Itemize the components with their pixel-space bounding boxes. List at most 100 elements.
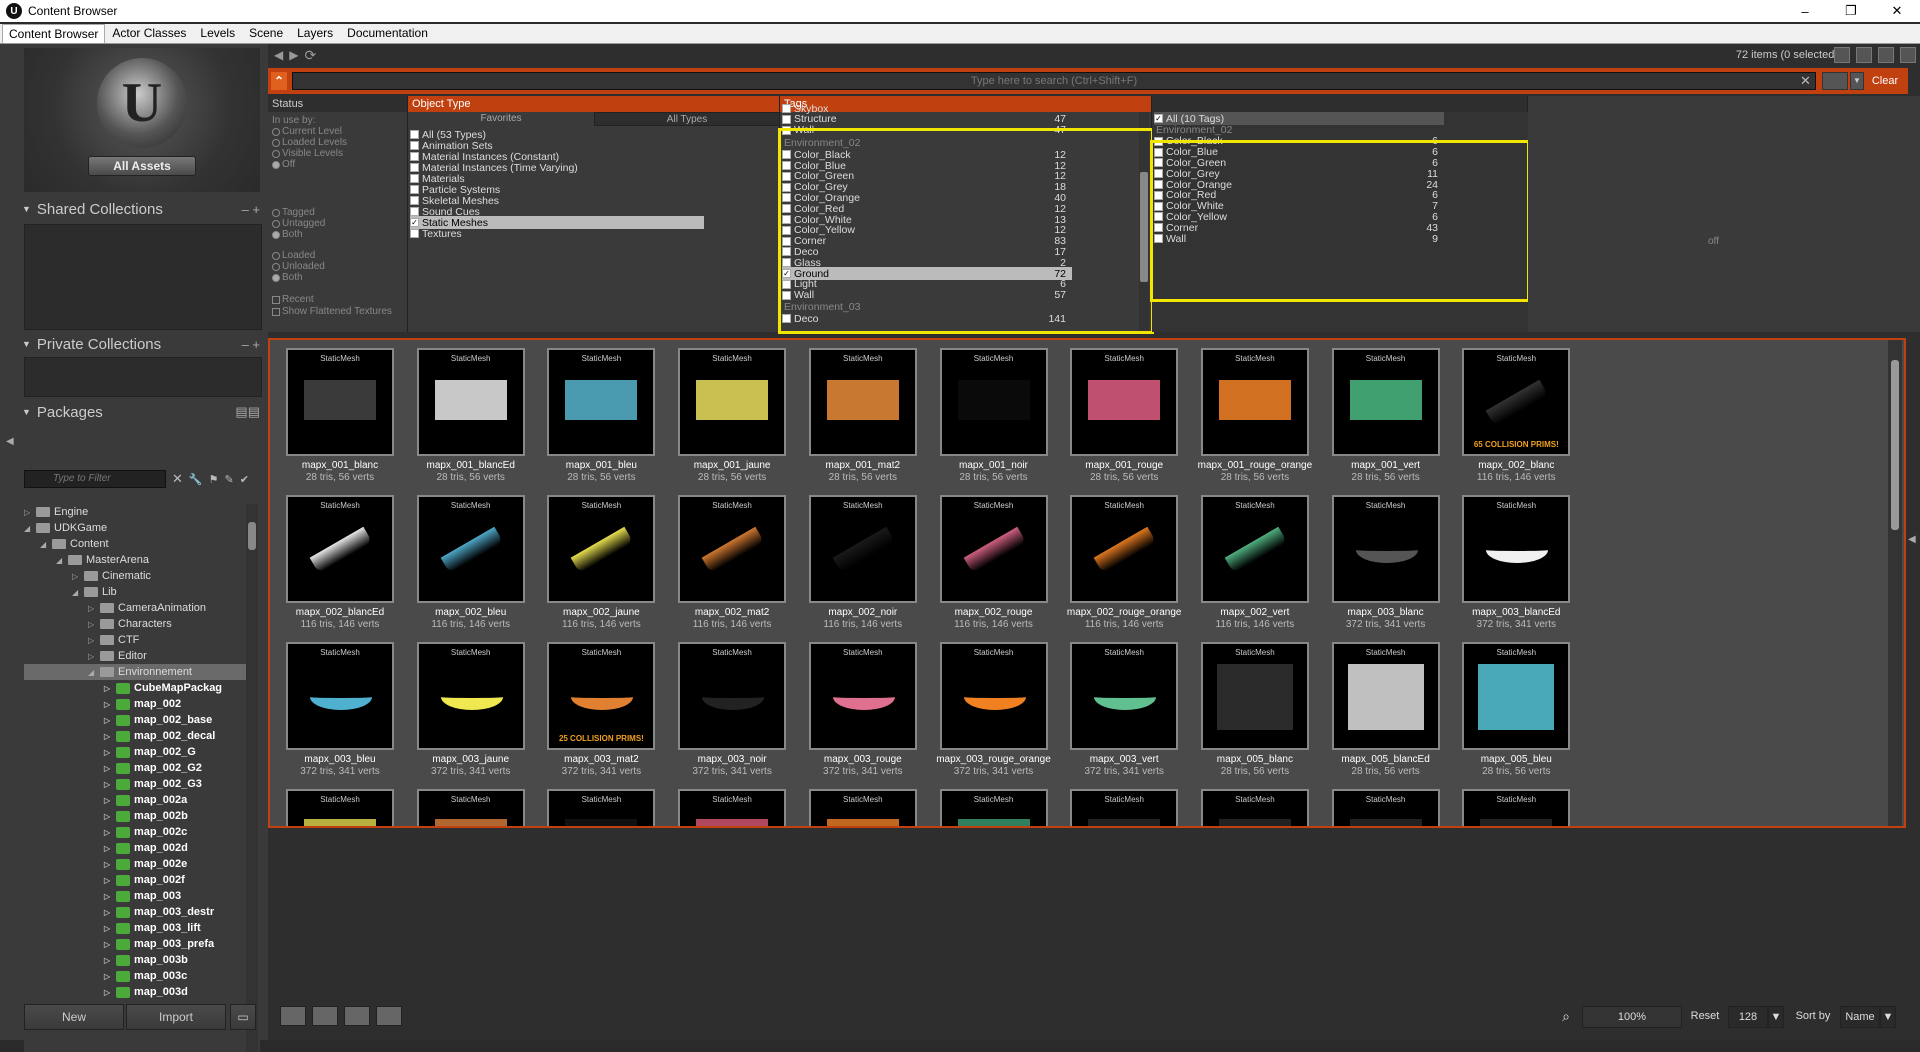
asset-tile[interactable]: StaticMesh [668,789,798,826]
search-dropdown-icon[interactable]: ▼ [1850,72,1864,90]
asset-tile[interactable]: StaticMesh [1322,789,1452,826]
asset-tile[interactable]: StaticMesh [930,789,1060,826]
asset-tile[interactable]: StaticMesh [1060,789,1190,826]
checkbox[interactable] [410,152,419,161]
asset-tile[interactable]: StaticMesh mapx_002_rouge_orange 116 tris,… [1060,495,1190,645]
tree-item[interactable]: ▷ Cinematic [72,568,151,584]
status-radio[interactable]: Loaded Levels [272,137,347,148]
expand-arrow-icon[interactable]: ▷ [104,860,116,869]
private-collections-header[interactable]: ▼ Private Collections – + [22,334,264,354]
sort-dropdown-icon[interactable]: ▼ [1880,1006,1896,1028]
asset-thumbnail[interactable]: StaticMesh [939,495,1048,603]
shared-collections-header[interactable]: ▼ Shared Collections – + [22,199,264,219]
asset-thumbnail[interactable]: StaticMesh [1200,789,1309,826]
asset-tile[interactable]: StaticMesh mapx_002_mat2 116 tris, 146 ver… [668,495,798,645]
status-radio[interactable]: Unloaded [272,261,325,272]
maximize-icon[interactable]: ❐ [1828,0,1874,22]
asset-thumbnail[interactable]: StaticMesh [547,495,656,603]
tab-content-browser[interactable]: Content Browser [2,24,106,43]
package-filter-input[interactable]: Type to Filter [24,470,166,488]
asset-thumbnail[interactable]: StaticMesh [1331,495,1440,603]
checkbox[interactable] [410,130,419,139]
view-grid-icon[interactable] [1878,47,1894,63]
asset-thumbnail[interactable]: StaticMesh [1070,348,1179,456]
status-radio[interactable]: Tagged [272,207,315,218]
view-layout-icon[interactable] [1834,47,1850,63]
expand-arrow-icon[interactable]: ▷ [104,716,116,725]
asset-tile[interactable]: StaticMesh mapx_001_mat2 28 tris, 56 verts [799,348,929,498]
asset-thumbnail[interactable]: StaticMesh [416,789,525,826]
tree-item[interactable]: ▷ map_003_destr [104,904,214,920]
check-icon[interactable]: ✔ [240,473,249,486]
tree-item[interactable]: ▷ map_002b [104,808,188,824]
asset-tile[interactable]: StaticMesh mapx_003_rouge 372 tris, 341 ve… [799,642,929,792]
expand-arrow-icon[interactable]: ▷ [104,892,116,901]
asset-tile[interactable]: StaticMesh mapx_003_jaune 372 tris, 341 ve… [407,642,537,792]
asset-thumbnail[interactable]: StaticMesh [416,642,525,750]
expand-arrow-icon[interactable]: ▷ [104,940,116,949]
checkbox[interactable] [410,141,419,150]
expand-arrow-icon[interactable]: ▷ [104,988,116,997]
reset-button[interactable]: Reset [1686,1006,1724,1028]
asset-thumbnail[interactable]: StaticMesh [1200,495,1309,603]
checkbox[interactable]: ✓ [410,218,419,227]
pencil-icon[interactable]: ✎ [224,473,233,486]
tree-item[interactable]: ▷ map_002_G3 [104,776,202,792]
tree-item[interactable]: ◢ MasterArena [56,552,149,568]
status-radio[interactable]: Visible Levels [272,148,343,159]
asset-tile[interactable]: StaticMesh mapx_001_vert 28 tris, 56 verts [1322,348,1452,498]
asset-thumbnail[interactable]: StaticMesh [1462,642,1571,750]
asset-tile[interactable]: StaticMesh mapx_002_noir 116 tris, 146 ver… [799,495,929,645]
expand-arrow-icon[interactable]: ▷ [88,636,100,645]
asset-thumbnail[interactable]: StaticMesh [939,348,1048,456]
zoom-slider[interactable]: 100% [1582,1006,1682,1028]
asset-tile[interactable]: StaticMesh mapx_003_rouge_orange 372 tris,… [930,642,1060,792]
asset-thumbnail[interactable]: StaticMesh [286,495,394,603]
collapse-filters-icon[interactable]: ⌃ [271,72,287,90]
tree-item[interactable]: ◢ Content [40,536,109,552]
view-options-icon[interactable] [1900,47,1916,63]
expand-arrow-icon[interactable]: ▷ [104,748,116,757]
tab-levels[interactable]: Levels [193,23,242,43]
checkbox[interactable] [782,104,791,113]
collapse-arrow-icon[interactable]: ▼ [22,204,31,214]
asset-thumbnail[interactable]: StaticMesh [1200,348,1309,456]
refresh-icon[interactable]: ⟳ [304,47,316,64]
expand-arrow-icon[interactable]: ▷ [104,972,116,981]
expand-arrow-icon[interactable]: ▷ [104,924,116,933]
expand-arrow-icon[interactable]: ◢ [88,668,100,677]
asset-thumbnail[interactable]: StaticMesh [286,642,394,750]
new-button[interactable]: New [24,1004,124,1030]
minimize-icon[interactable]: – [1782,0,1828,22]
asset-grid[interactable]: StaticMesh mapx_001_blanc 28 tris, 56 vert… [268,338,1906,828]
expand-arrow-icon[interactable]: ▷ [88,620,100,629]
collapse-arrow-icon[interactable]: ▼ [22,339,31,349]
asset-thumbnail[interactable]: StaticMesh 25 COLLISION PRIMS! [547,642,656,750]
expand-arrow-icon[interactable]: ▷ [104,876,116,885]
expand-arrow-icon[interactable]: ▷ [104,828,116,837]
tree-item[interactable]: ▷ map_002_base [104,712,212,728]
asset-thumbnail[interactable]: StaticMesh [808,642,917,750]
search-wrench-icon[interactable] [1822,72,1848,90]
size-dropdown-icon[interactable]: ▼ [1768,1006,1784,1028]
asset-tile[interactable]: StaticMesh [407,789,537,826]
checkbox[interactable] [410,185,419,194]
wrench-icon[interactable]: 🔧 [189,473,203,486]
recent-checkbox[interactable]: Recent [272,294,314,305]
asset-tile[interactable]: StaticMesh mapx_002_bleu 116 tris, 146 ver… [407,495,537,645]
import-button[interactable]: Import [126,1004,226,1030]
tree-item[interactable]: ▷ map_002_G2 [104,760,202,776]
search-input[interactable]: Type here to search (Ctrl+Shift+F) [292,72,1816,90]
tree-item[interactable]: ▷ Characters [88,616,172,632]
status-radio[interactable]: Off [272,159,295,170]
tab-all-types[interactable]: All Types [594,112,780,126]
tree-item[interactable]: ▷ CameraAnimation [88,600,206,616]
tree-item[interactable]: ▷ map_002_G [104,744,196,760]
thumbnail-size-select[interactable]: 128 [1728,1006,1768,1028]
status-radio[interactable]: Both [272,272,303,283]
tree-item[interactable]: ▷ map_002f [104,872,185,888]
asset-thumbnail[interactable]: StaticMesh [1331,348,1440,456]
private-collections-list[interactable] [24,357,262,397]
asset-thumbnail[interactable]: StaticMesh [1070,495,1179,603]
asset-tile[interactable]: StaticMesh mapx_002_jaune 116 tris, 146 ve… [537,495,667,645]
